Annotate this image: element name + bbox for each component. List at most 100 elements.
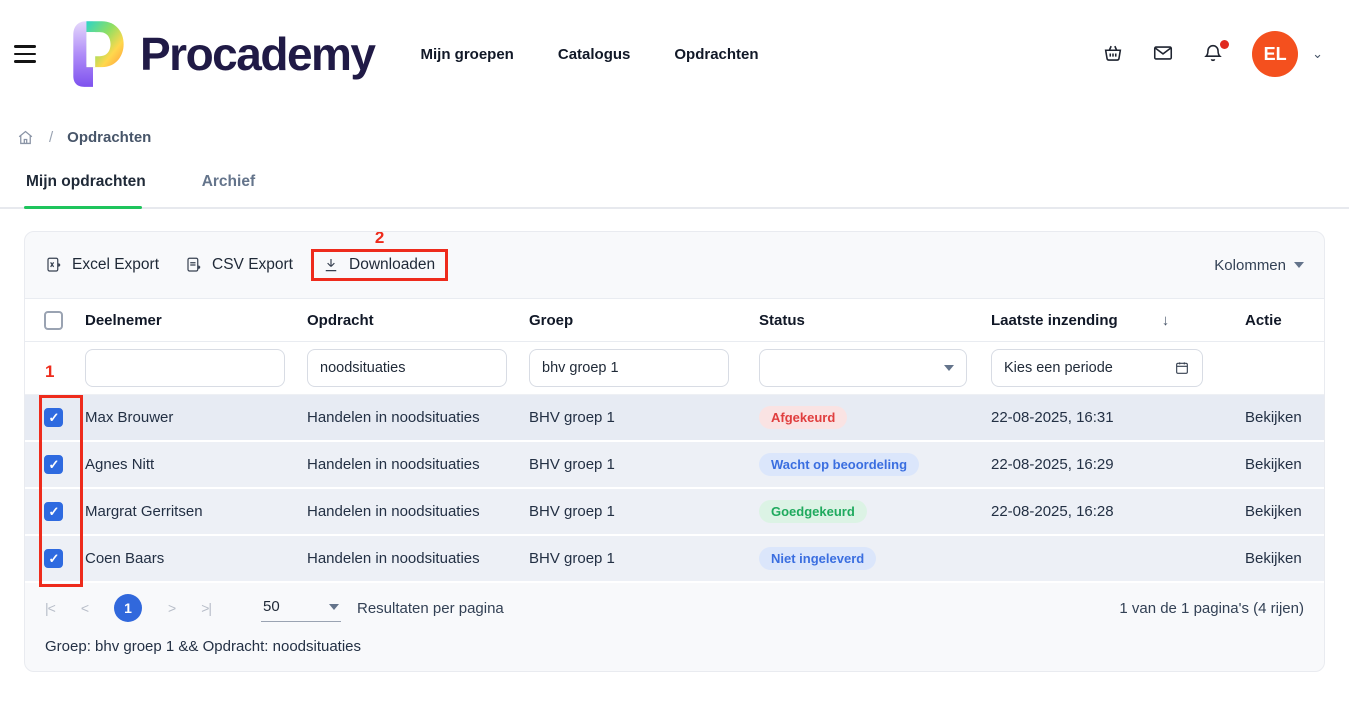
active-filter-summary: Groep: bhv groep 1 && Opdracht: noodsitu… <box>25 630 1324 671</box>
table-body: Max Brouwer Handelen in noodsituaties BH… <box>25 395 1324 583</box>
tab-underline <box>0 207 1349 209</box>
breadcrumb: / Opdrachten <box>0 108 1349 147</box>
next-page-button[interactable]: > <box>168 600 175 616</box>
cell-deelnemer: Agnes Nitt <box>81 456 307 473</box>
status-badge: Wacht op beoordeling <box>759 453 919 476</box>
brand-wordmark: Procademy <box>140 27 375 81</box>
notifications-bell-icon[interactable] <box>1202 42 1226 66</box>
prev-page-button[interactable]: < <box>81 600 88 616</box>
table-row: Max Brouwer Handelen in noodsituaties BH… <box>25 395 1324 442</box>
page-size-value: 50 <box>263 598 280 615</box>
sort-descending-icon[interactable]: ↓ <box>1162 312 1170 329</box>
shopping-basket-icon[interactable] <box>1102 42 1126 66</box>
nav-mijn-groepen[interactable]: Mijn groepen <box>421 46 514 63</box>
breadcrumb-separator: / <box>49 129 53 146</box>
status-badge: Niet ingeleverd <box>759 547 876 570</box>
cell-opdracht: Handelen in noodsituaties <box>307 456 529 473</box>
excel-export-button[interactable]: Excel Export <box>45 256 159 274</box>
row-checkbox[interactable] <box>44 502 63 521</box>
status-badge: Afgekeurd <box>759 406 847 429</box>
cell-opdracht: Handelen in noodsituaties <box>307 409 529 426</box>
per-page-label: Resultaten per pagina <box>357 600 504 617</box>
header-status[interactable]: Status <box>759 312 991 329</box>
table-row: Margrat Gerritsen Handelen in noodsituat… <box>25 489 1324 536</box>
pagination-bar: |< < 1 > >| 50 Resultaten per pagina 1 v… <box>25 583 1324 630</box>
cell-deelnemer: Coen Baars <box>81 550 307 567</box>
user-avatar[interactable]: EL <box>1252 31 1298 77</box>
cell-deelnemer: Margrat Gerritsen <box>81 503 307 520</box>
cell-laatste-inzending: 22-08-2025, 16:31 <box>991 409 1227 426</box>
account-chevron-down-icon[interactable]: ⌄ <box>1312 46 1323 62</box>
nav-opdrachten[interactable]: Opdrachten <box>674 46 758 63</box>
top-header: Procademy Mijn groepen Catalogus Opdrach… <box>0 0 1349 108</box>
csv-export-label: CSV Export <box>212 256 293 274</box>
notification-dot <box>1220 40 1229 49</box>
periode-placeholder: Kies een periode <box>1004 360 1113 376</box>
bekijken-link[interactable]: Bekijken <box>1245 550 1302 567</box>
tab-archief[interactable]: Archief <box>202 173 255 207</box>
annotation-box-2: 2 Downloaden <box>311 249 448 281</box>
csv-export-button[interactable]: CSV Export <box>185 256 293 274</box>
home-icon[interactable] <box>16 128 35 147</box>
cell-laatste-inzending: 22-08-2025, 16:28 <box>991 503 1227 520</box>
hamburger-menu-icon[interactable] <box>8 37 42 71</box>
row-checkbox[interactable] <box>44 455 63 474</box>
cell-opdracht: Handelen in noodsituaties <box>307 503 529 520</box>
brand-logo[interactable]: Procademy <box>60 19 375 89</box>
filter-groep-input[interactable] <box>529 349 729 387</box>
header-groep[interactable]: Groep <box>529 312 759 329</box>
excel-export-label: Excel Export <box>72 256 159 274</box>
header-actions: EL ⌄ <box>1102 31 1323 77</box>
header-actie: Actie <box>1227 312 1324 329</box>
main-navigation: Mijn groepen Catalogus Opdrachten <box>421 46 759 63</box>
table-filter-row: Kies een periode <box>25 342 1324 395</box>
downloaden-button[interactable]: Downloaden <box>322 256 435 274</box>
status-badge: Goedgekeurd <box>759 500 867 523</box>
breadcrumb-opdrachten[interactable]: Opdrachten <box>67 129 151 146</box>
nav-catalogus[interactable]: Catalogus <box>558 46 631 63</box>
cell-groep: BHV groep 1 <box>529 550 759 567</box>
header-laatste-inzending[interactable]: Laatste inzending <box>991 312 1118 329</box>
excel-file-icon <box>45 256 63 274</box>
current-page-button[interactable]: 1 <box>114 594 142 622</box>
cell-groep: BHV groep 1 <box>529 409 759 426</box>
kolommen-caret-icon <box>1294 262 1304 268</box>
bekijken-link[interactable]: Bekijken <box>1245 503 1302 520</box>
row-checkbox[interactable] <box>44 408 63 427</box>
active-tab-indicator <box>24 206 142 209</box>
downloaden-label: Downloaden <box>349 256 435 274</box>
calendar-icon <box>1174 360 1190 376</box>
annotation-label-2: 2 <box>375 231 384 248</box>
cell-deelnemer: Max Brouwer <box>81 409 307 426</box>
cell-groep: BHV groep 1 <box>529 503 759 520</box>
last-page-button[interactable]: >| <box>201 600 211 616</box>
status-select-caret-icon <box>944 365 954 371</box>
table-row: Coen Baars Handelen in noodsituaties BHV… <box>25 536 1324 583</box>
filter-opdracht-input[interactable] <box>307 349 507 387</box>
pagination-summary: 1 van de 1 pagina's (4 rijen) <box>1119 600 1304 617</box>
csv-file-icon <box>185 256 203 274</box>
page-size-caret-icon <box>329 604 339 610</box>
cell-groep: BHV groep 1 <box>529 456 759 473</box>
table-row: Agnes Nitt Handelen in noodsituaties BHV… <box>25 442 1324 489</box>
first-page-button[interactable]: |< <box>45 600 55 616</box>
procademy-logo-icon <box>60 19 126 89</box>
table-toolbar: Excel Export CSV Export 2 Downloaden Kol… <box>25 232 1324 298</box>
bekijken-link[interactable]: Bekijken <box>1245 409 1302 426</box>
filter-deelnemer-input[interactable] <box>85 349 285 387</box>
tab-mijn-opdrachten[interactable]: Mijn opdrachten <box>26 173 146 207</box>
mail-icon[interactable] <box>1152 42 1176 66</box>
opdrachten-table-card: Excel Export CSV Export 2 Downloaden Kol… <box>24 231 1325 672</box>
select-all-checkbox[interactable] <box>44 311 63 330</box>
filter-status-select[interactable] <box>759 349 967 387</box>
header-opdracht[interactable]: Opdracht <box>307 312 529 329</box>
download-icon <box>322 256 340 274</box>
row-checkbox[interactable] <box>44 549 63 568</box>
kolommen-dropdown[interactable]: Kolommen <box>1214 257 1304 274</box>
bekijken-link[interactable]: Bekijken <box>1245 456 1302 473</box>
header-deelnemer[interactable]: Deelnemer <box>81 312 307 329</box>
page-size-select[interactable]: 50 <box>261 594 341 622</box>
table-header-row: Deelnemer Opdracht Groep Status Laatste … <box>25 298 1324 342</box>
filter-periode-input[interactable]: Kies een periode <box>991 349 1203 387</box>
cell-laatste-inzending: 22-08-2025, 16:29 <box>991 456 1227 473</box>
